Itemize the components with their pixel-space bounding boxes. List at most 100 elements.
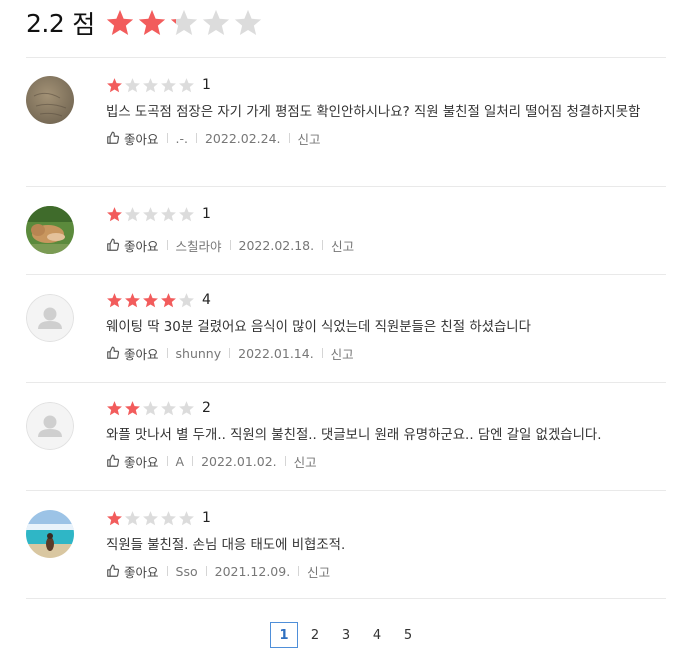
- review-meta: 좋아요 A 2022.01.02. 신고: [106, 452, 666, 470]
- star-icon: [107, 206, 122, 221]
- star-icon: [107, 292, 122, 307]
- user-avatar[interactable]: [26, 402, 74, 450]
- average-score: 2.2: [26, 8, 65, 38]
- review-author[interactable]: Sso: [176, 564, 198, 579]
- review-rating: 1: [106, 509, 666, 527]
- divider: [322, 240, 324, 250]
- star-icon: [107, 510, 122, 525]
- star-icon: [161, 510, 176, 525]
- like-button[interactable]: 좋아요: [106, 236, 159, 255]
- like-button[interactable]: 좋아요: [106, 129, 159, 148]
- thumbs-up-icon: [107, 238, 120, 251]
- review-text: 웨이팅 딱 30분 걸렸어요 음식이 많이 식었는데 직원분들은 친절 하셨습니…: [106, 320, 531, 335]
- review-date: 2021.12.09.: [214, 563, 291, 579]
- review-rating: 4: [106, 291, 666, 309]
- divider: [166, 456, 168, 466]
- review-date: 2022.01.14.: [238, 345, 314, 361]
- divider: [321, 348, 323, 358]
- star-icon: [143, 400, 158, 415]
- review-author[interactable]: A: [176, 454, 185, 469]
- review-author[interactable]: 스칠라야: [176, 236, 222, 255]
- rating-value: 4: [202, 292, 211, 308]
- review-meta: 좋아요 .-. 2022.02.24. 신고: [106, 129, 666, 147]
- star-icon: [107, 77, 122, 92]
- review-item: 1 빕스 도곡점 점장은 자기 가게 평점도 확인안하시나요? 직원 불친절 일…: [26, 58, 666, 187]
- star-icon: [179, 400, 194, 415]
- star-icon: [179, 77, 194, 92]
- star-icon: [143, 510, 158, 525]
- review-list: 1 빕스 도곡점 점장은 자기 가게 평점도 확인안하시나요? 직원 불친절 일…: [26, 57, 666, 599]
- star-icon: [179, 206, 194, 221]
- review-meta: 좋아요 shunny 2022.01.14. 신고: [106, 344, 666, 362]
- rating-value: 1: [202, 510, 211, 526]
- report-button[interactable]: 신고: [307, 562, 330, 581]
- divider: [229, 240, 231, 250]
- star-rating: [106, 292, 195, 309]
- user-avatar[interactable]: [26, 510, 74, 558]
- report-button[interactable]: 신고: [294, 452, 317, 471]
- page-link[interactable]: 4: [363, 622, 391, 648]
- review-rating: 2: [106, 399, 666, 417]
- rating-summary: 2.2 점: [26, 6, 263, 40]
- page-link[interactable]: 5: [394, 622, 422, 648]
- review-date: 2022.02.24.: [204, 130, 281, 146]
- star-icon: [179, 510, 194, 525]
- star-icon: [107, 400, 122, 415]
- divider: [195, 133, 197, 143]
- report-button[interactable]: 신고: [331, 344, 354, 363]
- review-text: 와플 맛나서 별 두개.. 직원의 불친절.. 댓글보니 원래 유명하군요.. …: [106, 428, 602, 443]
- review-item: 1 좋아요 스칠라야 2022.02.18. 신고: [26, 187, 666, 275]
- star-icon: [107, 9, 134, 35]
- divider: [166, 133, 168, 143]
- user-avatar[interactable]: [26, 294, 74, 342]
- like-button[interactable]: 좋아요: [106, 562, 159, 581]
- review-author[interactable]: .-.: [176, 131, 188, 146]
- user-avatar[interactable]: [26, 76, 74, 124]
- review-date: 2022.01.02.: [201, 453, 277, 469]
- star-icon: [171, 9, 198, 35]
- review-date: 2022.02.18.: [238, 237, 315, 253]
- divider: [166, 240, 168, 250]
- star-icon: [139, 9, 166, 35]
- review-meta: 좋아요 Sso 2021.12.09. 신고: [106, 562, 666, 580]
- star-icon: [179, 292, 194, 307]
- review-text: 빕스 도곡점 점장은 자기 가게 평점도 확인안하시나요? 직원 불친절 일처리…: [106, 105, 641, 120]
- review-rating: 1: [106, 205, 666, 223]
- like-label: 좋아요: [124, 346, 159, 362]
- star-rating: [106, 400, 195, 417]
- star-icon: [143, 292, 158, 307]
- star-icon: [125, 206, 140, 221]
- review-author[interactable]: shunny: [176, 346, 222, 361]
- like-label: 좋아요: [124, 131, 159, 147]
- rating-value: 1: [202, 77, 211, 93]
- star-rating: [106, 510, 195, 527]
- like-button[interactable]: 좋아요: [106, 344, 159, 363]
- rating-value: 2: [202, 400, 211, 416]
- review-item: 2 와플 맛나서 별 두개.. 직원의 불친절.. 댓글보니 원래 유명하군요.…: [26, 383, 666, 491]
- report-button[interactable]: 신고: [298, 129, 321, 148]
- divider: [298, 566, 300, 576]
- page-current[interactable]: 1: [270, 622, 298, 648]
- like-label: 좋아요: [124, 454, 159, 470]
- pagination: 12345: [270, 622, 425, 648]
- page-link[interactable]: 2: [301, 622, 329, 648]
- review-item: 4 웨이팅 딱 30분 걸렸어요 음식이 많이 식었는데 직원분들은 친절 하셨…: [26, 275, 666, 383]
- divider: [166, 566, 168, 576]
- star-icon: [143, 77, 158, 92]
- page-link[interactable]: 3: [332, 622, 360, 648]
- divider: [229, 348, 231, 358]
- user-avatar[interactable]: [26, 206, 74, 254]
- star-icon: [125, 292, 140, 307]
- star-rating: [106, 206, 195, 223]
- divider: [166, 348, 168, 358]
- like-label: 좋아요: [124, 564, 159, 580]
- star-icon: [125, 510, 140, 525]
- review-item: 1 직원들 불친절. 손님 대응 태도에 비협조적. 좋아요 Sso 2021.…: [26, 491, 666, 599]
- thumbs-up-icon: [107, 454, 120, 467]
- report-button[interactable]: 신고: [331, 236, 354, 255]
- divider: [205, 566, 207, 576]
- star-rating: [106, 77, 195, 94]
- divider: [192, 456, 194, 466]
- like-button[interactable]: 좋아요: [106, 452, 159, 471]
- review-text: 직원들 불친절. 손님 대응 태도에 비협조적.: [106, 538, 346, 553]
